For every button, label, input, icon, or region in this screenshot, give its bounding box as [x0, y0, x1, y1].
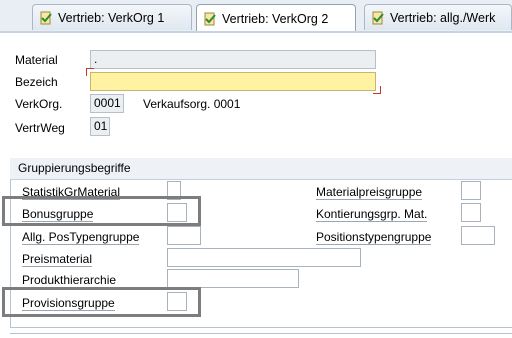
vertrweg-field[interactable]: 01	[90, 117, 110, 136]
bezeich-field[interactable]	[90, 72, 376, 91]
tab-label: Vertrieb: VerkOrg 2	[222, 11, 329, 26]
verkorg-field[interactable]: 0001	[90, 94, 124, 113]
highlight-box-provisionsgruppe	[2, 287, 201, 317]
group-title: Gruppierungsbegriffe	[10, 158, 512, 180]
verkorg-description: Verkaufsorg. 0001	[143, 97, 241, 111]
material-label: Material	[15, 53, 58, 67]
group-bottom-border	[10, 333, 512, 334]
material-field[interactable]: .	[90, 50, 376, 69]
tab-divider	[0, 31, 512, 33]
bezeich-label: Bezeich	[15, 75, 58, 89]
required-marker	[86, 68, 94, 76]
check-document-icon	[204, 12, 216, 25]
allg-postypengruppe-field[interactable]	[167, 226, 201, 245]
produkthierarchie-label: Produkthierarchie	[22, 273, 117, 288]
preismaterial-field[interactable]	[167, 248, 361, 267]
verkorg-label: VerkOrg.	[15, 97, 63, 111]
kontierungsgrp-mat-label: Kontierungsgrp. Mat.	[316, 207, 428, 222]
required-marker	[373, 86, 381, 94]
check-document-icon	[372, 11, 384, 24]
positionstypengruppe-field[interactable]	[461, 226, 495, 245]
tab-vertrieb-allg-werk[interactable]: Vertrieb: allg./Werk	[364, 4, 512, 30]
preismaterial-label: Preismaterial	[22, 252, 93, 267]
vertrweg-label: VertrWeg	[15, 121, 65, 135]
allg-postypengruppe-label: Allg. PosTypengruppe	[22, 230, 140, 245]
produkthierarchie-field[interactable]	[167, 269, 299, 288]
materialpreisgruppe-label: Materialpreisgruppe	[316, 185, 423, 200]
tab-label: Vertrieb: allg./Werk	[390, 10, 496, 25]
check-document-icon	[40, 11, 52, 24]
tab-strip: Vertrieb: VerkOrg 1 Vertrieb: allg./Werk…	[0, 0, 512, 33]
highlight-box-bonusgruppe	[2, 196, 201, 226]
kontierungsgrp-mat-field[interactable]	[461, 203, 481, 222]
tab-label: Vertrieb: VerkOrg 1	[58, 10, 165, 25]
tab-vertrieb-verkorg-2[interactable]: Vertrieb: VerkOrg 2	[196, 4, 356, 32]
tab-vertrieb-verkorg-1[interactable]: Vertrieb: VerkOrg 1	[32, 4, 192, 30]
materialpreisgruppe-field[interactable]	[461, 181, 481, 200]
positionstypengruppe-label: Positionstypengruppe	[316, 230, 432, 245]
